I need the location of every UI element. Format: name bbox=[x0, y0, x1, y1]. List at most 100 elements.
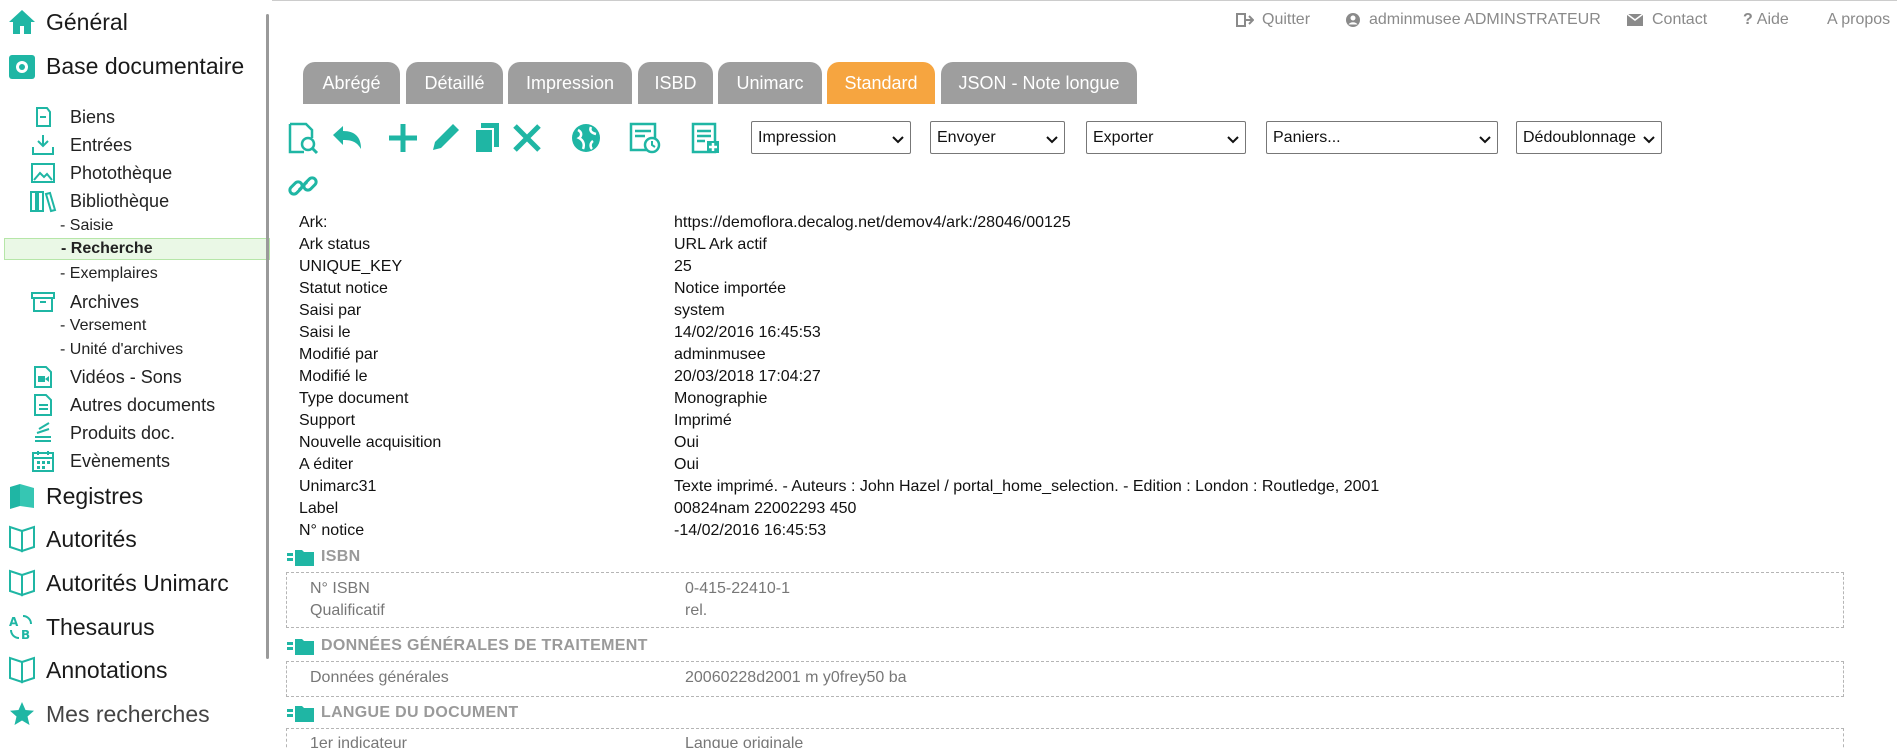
sidebar-item-label: Autorités bbox=[46, 525, 137, 552]
section-row: N° ISBN 0-415-22410-1 bbox=[310, 580, 1710, 602]
sidebar-item-label: Produits doc. bbox=[70, 422, 176, 443]
sidebar-item-label: Registres bbox=[46, 482, 144, 509]
record-row: Statut notice Notice importée bbox=[299, 280, 1799, 302]
form-clock-icon[interactable] bbox=[625, 118, 665, 158]
sidebar-subitem-recherche[interactable]: - Recherche bbox=[4, 238, 270, 260]
sidebar-item-bibliotheque[interactable]: Bibliothèque bbox=[28, 188, 169, 214]
baskets-select-value: Paniers... bbox=[1273, 128, 1341, 146]
document-icon bbox=[28, 392, 58, 418]
sidebar-item-annotations[interactable]: Annotations bbox=[6, 652, 167, 688]
sidebar-item-mes-recherches[interactable]: Mes recherches bbox=[6, 696, 210, 732]
tab-impression[interactable]: Impression bbox=[508, 62, 632, 104]
field-value: Notice importée bbox=[674, 280, 787, 297]
sidebar-item-base-documentaire[interactable]: Base documentaire bbox=[6, 48, 244, 84]
sidebar-item-general[interactable]: Général bbox=[6, 4, 128, 40]
sidebar-subitem-saisie[interactable]: - Saisie bbox=[60, 215, 113, 237]
sidebar-item-label: Annotations bbox=[46, 656, 168, 683]
about-label: A propos bbox=[1827, 11, 1891, 28]
home-icon bbox=[6, 6, 38, 38]
print-select[interactable]: Impression bbox=[751, 121, 911, 154]
help-link[interactable]: ? Aide bbox=[1743, 11, 1789, 29]
sidebar-item-registres[interactable]: Registres bbox=[6, 478, 143, 514]
sidebar-item-label: Vidéos - Sons bbox=[70, 366, 182, 387]
sidebar-item-label: Général bbox=[46, 8, 128, 35]
export-select-value: Exporter bbox=[1093, 128, 1154, 146]
sidebar-item-autorites[interactable]: Autorités bbox=[6, 521, 137, 557]
undo-icon[interactable] bbox=[327, 118, 367, 158]
field-value: Texte imprimé. - Auteurs : John Hazel / … bbox=[674, 478, 1380, 495]
delete-x-icon[interactable] bbox=[507, 118, 547, 158]
sidebar-item-label: Autres documents bbox=[70, 394, 216, 415]
tab-isbd[interactable]: ISBD bbox=[638, 62, 713, 104]
record-row: Ark: https://demoflora.decalog.net/demov4… bbox=[299, 214, 1799, 236]
field-value: URL Ark actif bbox=[674, 236, 767, 253]
user-circle-icon bbox=[1345, 12, 1361, 28]
dedup-select[interactable]: Dédoublonnage bbox=[1516, 121, 1662, 154]
video-icon bbox=[28, 364, 58, 390]
tab-abrege[interactable]: Abrégé bbox=[303, 62, 400, 104]
section-title-label: DONNÉES GÉNÉRALES DE TRAITEMENT bbox=[321, 637, 648, 654]
globe-icon[interactable] bbox=[566, 118, 606, 158]
tab-detaille[interactable]: Détaillé bbox=[406, 62, 503, 104]
about-link[interactable]: A propos bbox=[1827, 11, 1890, 29]
book-icon bbox=[6, 523, 38, 555]
sidebar-subitem-versement[interactable]: - Versement bbox=[60, 315, 146, 337]
sidebar-item-label: Mes recherches bbox=[46, 700, 210, 727]
export-select[interactable]: Exporter bbox=[1086, 121, 1246, 154]
sidebar-item-evenements[interactable]: Evènements bbox=[28, 448, 170, 474]
section-row: Qualificatif rel. bbox=[310, 602, 1710, 624]
sidebar-item-biens[interactable]: Biens bbox=[28, 104, 115, 130]
thesaurus-icon: AB bbox=[6, 611, 38, 643]
add-document-icon[interactable] bbox=[685, 118, 725, 158]
section-title-isbn: ISBN bbox=[287, 546, 360, 568]
copy-icon[interactable] bbox=[467, 118, 507, 158]
record-row: Unimarc31 Texte imprimé. - Auteurs : John… bbox=[299, 478, 1799, 500]
hand-icon bbox=[28, 104, 58, 130]
user-label: adminmusee ADMINSTRATEUR bbox=[1369, 11, 1601, 28]
chevron-down-icon bbox=[1046, 132, 1058, 150]
sign-out-icon bbox=[1236, 12, 1254, 28]
sidebar-item-entrees[interactable]: Entrées bbox=[28, 132, 132, 158]
edit-pencil-icon[interactable] bbox=[425, 118, 465, 158]
folder-icon bbox=[287, 703, 317, 723]
tab-json-note-longue[interactable]: JSON - Note longue bbox=[941, 62, 1137, 104]
sidebar-item-autorites-unimarc[interactable]: Autorités Unimarc bbox=[6, 565, 229, 601]
quit-link[interactable]: Quitter bbox=[1236, 11, 1310, 29]
send-select[interactable]: Envoyer bbox=[930, 121, 1065, 154]
help-label: Aide bbox=[1756, 11, 1789, 28]
field-key: 1er indicateur bbox=[310, 735, 407, 748]
field-value: 0-415-22410-1 bbox=[685, 580, 790, 597]
sidebar: Général Base documentaire Biens Entrées … bbox=[0, 0, 272, 748]
sidebar-subitem-exemplaires[interactable]: - Exemplaires bbox=[60, 263, 158, 285]
chevron-down-icon bbox=[1227, 132, 1239, 150]
sidebar-item-label: Bibliothèque bbox=[70, 190, 170, 211]
svg-text:B: B bbox=[21, 628, 30, 642]
record-row: Saisi par system bbox=[299, 302, 1799, 324]
add-icon[interactable] bbox=[383, 118, 423, 158]
tab-standard[interactable]: Standard bbox=[827, 62, 935, 104]
section-title-donnees-generales: DONNÉES GÉNÉRALES DE TRAITEMENT bbox=[287, 635, 648, 657]
record-row: Label 00824nam 22002293 450 bbox=[299, 500, 1799, 522]
user-link[interactable]: adminmusee ADMINSTRATEUR bbox=[1345, 11, 1601, 29]
section-row: 1er indicateur Langue originale bbox=[310, 735, 1710, 748]
record-row: Modifié par adminmusee bbox=[299, 346, 1799, 368]
sidebar-item-videos-sons[interactable]: Vidéos - Sons bbox=[28, 364, 182, 390]
sidebar-subitem-unite-archives[interactable]: - Unité d'archives bbox=[60, 339, 183, 361]
sidebar-item-label: Autorités Unimarc bbox=[46, 569, 229, 596]
baskets-select[interactable]: Paniers... bbox=[1266, 121, 1498, 154]
folder-icon bbox=[287, 636, 317, 656]
field-value: Monographie bbox=[674, 390, 768, 407]
record-row: Saisi le 14/02/2016 16:45:53 bbox=[299, 324, 1799, 346]
sidebar-item-thesaurus[interactable]: AB Thesaurus bbox=[6, 609, 155, 645]
field-key: Ark: bbox=[299, 214, 328, 231]
tab-unimarc[interactable]: Unimarc bbox=[718, 62, 822, 104]
sidebar-item-archives[interactable]: Archives bbox=[28, 289, 139, 315]
topbar: Quitter adminmusee ADMINSTRATEUR Contact… bbox=[272, 0, 1897, 42]
contact-link[interactable]: Contact bbox=[1626, 11, 1707, 29]
sidebar-scrollbar[interactable] bbox=[266, 14, 269, 659]
sidebar-item-produits-doc[interactable]: Produits doc. bbox=[28, 420, 175, 446]
link-icon[interactable] bbox=[283, 166, 323, 206]
sidebar-item-autres-documents[interactable]: Autres documents bbox=[28, 392, 215, 418]
sidebar-item-phototheque[interactable]: Photothèque bbox=[28, 160, 172, 186]
preview-search-icon[interactable] bbox=[283, 118, 323, 158]
